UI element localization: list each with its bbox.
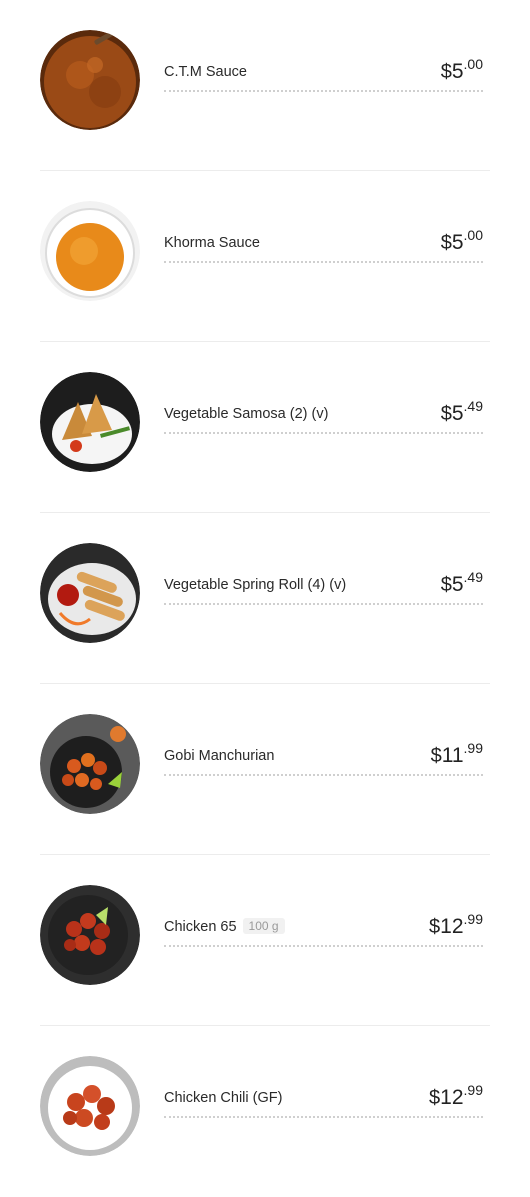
menu-list: C.T.M Sauce $5.00 Khorma Sauce $5.00 Veg…: [0, 0, 530, 1162]
item-row: Chicken 65 100 g $12.99: [164, 905, 483, 947]
item-price: $5.49: [440, 569, 483, 596]
item-name: Chicken Chili (GF): [164, 1090, 283, 1106]
item-row: Vegetable Spring Roll (4) (v) $5.49: [164, 563, 483, 605]
item-row: Khorma Sauce $5.00: [164, 221, 483, 263]
item-price: $5.00: [440, 227, 483, 254]
item-price: $5.00: [440, 56, 483, 83]
menu-item[interactable]: Chicken 65 100 g $12.99: [40, 855, 490, 1026]
chicken-65-image: [40, 885, 140, 985]
item-name: C.T.M Sauce: [164, 64, 247, 80]
item-price: $11.99: [430, 740, 483, 767]
item-name: Gobi Manchurian: [164, 748, 275, 764]
item-name: Khorma Sauce: [164, 235, 260, 251]
item-row: Vegetable Samosa (2) (v) $5.49: [164, 392, 483, 434]
item-price: $12.99: [429, 911, 483, 938]
menu-item[interactable]: Vegetable Spring Roll (4) (v) $5.49: [40, 513, 490, 684]
item-row: C.T.M Sauce $5.00: [164, 50, 483, 92]
ctm-sauce-image: [40, 30, 140, 130]
gobi-manchurian-image: [40, 714, 140, 814]
item-row: Gobi Manchurian $11.99: [164, 734, 483, 776]
item-price: $12.99: [429, 1082, 483, 1109]
samosa-image: [40, 372, 140, 472]
item-name: Chicken 65 100 g: [164, 918, 285, 935]
khorma-sauce-image: [40, 201, 140, 301]
item-name: Vegetable Samosa (2) (v): [164, 406, 329, 422]
item-row: Chicken Chili (GF) $12.99: [164, 1076, 483, 1118]
menu-item[interactable]: C.T.M Sauce $5.00: [40, 0, 490, 171]
item-price: $5.49: [440, 398, 483, 425]
menu-item[interactable]: Gobi Manchurian $11.99: [40, 684, 490, 855]
item-name: Vegetable Spring Roll (4) (v): [164, 577, 347, 593]
weight-badge: 100 g: [242, 918, 285, 934]
menu-item[interactable]: Khorma Sauce $5.00: [40, 171, 490, 342]
chicken-chili-image: [40, 1056, 140, 1156]
spring-roll-image: [40, 543, 140, 643]
menu-item[interactable]: Chicken Chili (GF) $12.99: [40, 1026, 490, 1197]
menu-item[interactable]: Vegetable Samosa (2) (v) $5.49: [40, 342, 490, 513]
